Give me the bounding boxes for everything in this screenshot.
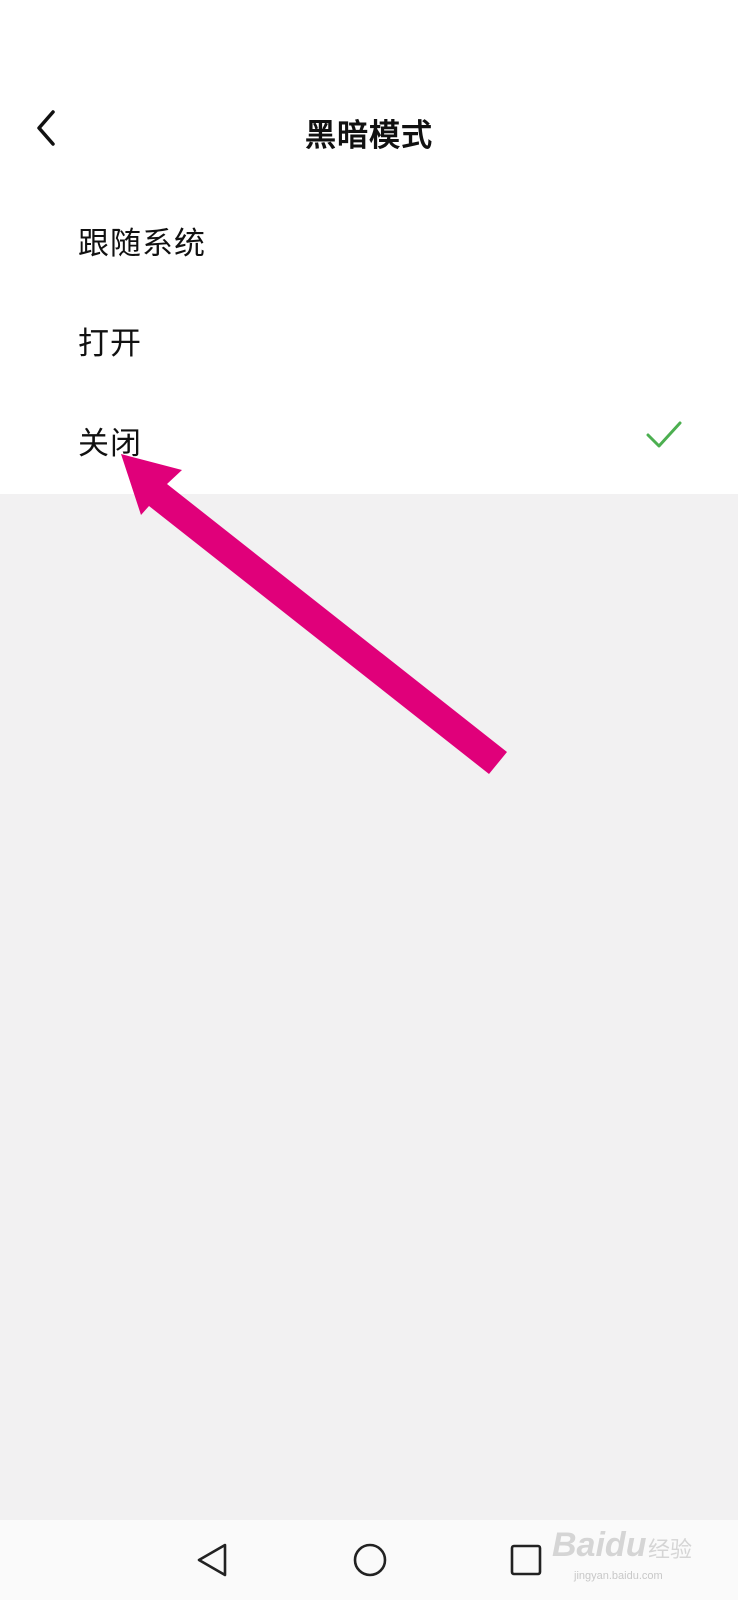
option-follow-system[interactable]: 跟随系统 — [0, 186, 738, 286]
option-label: 打开 — [78, 326, 142, 362]
header: 黑暗模式 — [0, 88, 738, 168]
settings-panel: 黑暗模式 跟随系统 打开 关闭 — [0, 0, 738, 494]
circle-home-icon — [353, 1543, 387, 1577]
nav-home-button[interactable] — [346, 1536, 394, 1584]
system-navigation-bar — [0, 1520, 738, 1600]
triangle-back-icon — [197, 1543, 227, 1577]
option-label: 跟随系统 — [78, 226, 206, 262]
page-title: 黑暗模式 — [305, 118, 433, 154]
option-label: 关闭 — [78, 426, 142, 462]
nav-back-button[interactable] — [188, 1536, 236, 1584]
checkmark-icon — [646, 421, 682, 448]
option-on[interactable]: 打开 — [0, 286, 738, 386]
nav-recents-button[interactable] — [502, 1536, 550, 1584]
square-recents-icon — [510, 1544, 542, 1576]
option-off[interactable]: 关闭 — [0, 386, 738, 486]
